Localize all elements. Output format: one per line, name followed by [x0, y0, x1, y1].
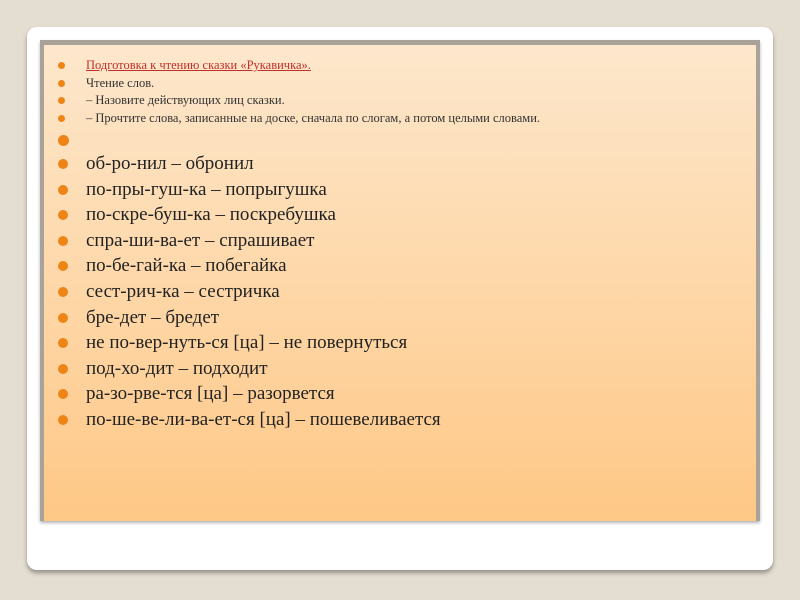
bullet-icon [58, 62, 65, 69]
content-panel: Подготовка к чтению сказки «Рукавичка». … [40, 40, 760, 521]
word-text: по-скре-буш-ка – поскребушка [86, 204, 336, 226]
list-item-text: – Прочтите слова, записанные на доске, с… [86, 110, 541, 125]
bullet-icon [58, 363, 68, 374]
word-item: бре-дет – бредет [56, 305, 746, 331]
list-item: Чтение слов. [56, 75, 746, 93]
bullet-icon [58, 114, 65, 122]
bullet-icon [58, 184, 68, 195]
bullet-list: Подготовка к чтению сказки «Рукавичка». … [56, 57, 746, 433]
bullet-icon [58, 235, 68, 246]
bullet-icon [58, 338, 68, 349]
word-text: не по-вер-нуть-ся [ца] – не повернуться [86, 332, 408, 354]
list-item: – Прочтите слова, записанные на доске, с… [56, 110, 746, 128]
slide-title: Подготовка к чтению сказки «Рукавичка». [86, 58, 311, 72]
word-text: под-хо-дит – подходит [86, 357, 268, 379]
word-text: об-ро-нил – обронил [86, 153, 254, 174]
word-item: не по-вер-нуть-ся [ца] – не повернуться [56, 330, 746, 356]
list-item-title: Подготовка к чтению сказки «Рукавичка». [56, 57, 746, 75]
bullet-icon [58, 261, 68, 272]
word-item: по-ше-ве-ли-ва-ет-ся [ца] – пошевеливает… [56, 407, 746, 433]
word-text: бре-дет – бредет [86, 306, 220, 328]
list-item-empty [56, 127, 746, 151]
bullet-icon [58, 414, 68, 425]
word-item: сест-рич-ка – сестричка [56, 279, 746, 305]
word-item: под-хо-дит – подходит [56, 356, 746, 382]
word-text: по-ше-ве-ли-ва-ет-ся [ца] – пошевеливает… [86, 408, 441, 430]
word-text: сест-рич-ка – сестричка [86, 280, 280, 302]
slide-card: Подготовка к чтению сказки «Рукавичка». … [27, 27, 773, 570]
bullet-icon [58, 286, 68, 297]
bullet-icon [58, 79, 65, 87]
word-text: спра-ши-ва-ет – спрашивает [86, 229, 315, 251]
list-item-text: Чтение слов. [86, 75, 155, 90]
word-item: по-скре-буш-ка – поскребушка [56, 202, 746, 228]
word-item: по-пры-гуш-ка – попрыгушка [56, 177, 746, 203]
bullet-icon [58, 159, 68, 169]
bullet-icon [58, 389, 68, 400]
bullet-icon [58, 135, 69, 146]
word-text: по-бе-гай-ка – побегайка [86, 255, 287, 277]
bullet-icon [58, 312, 68, 323]
word-text: по-пры-гуш-ка – попрыгушка [86, 178, 327, 200]
list-item: – Назовите действующих лиц сказки. [56, 92, 746, 110]
word-item: по-бе-гай-ка – побегайка [56, 253, 746, 279]
word-item: ра-зо-рве-тся [ца] – разорвется [56, 381, 746, 407]
list-item-text: – Назовите действующих лиц сказки. [86, 93, 285, 107]
bullet-icon [58, 210, 68, 221]
word-text: ра-зо-рве-тся [ца] – разорвется [86, 383, 335, 405]
word-item: спра-ши-ва-ет – спрашивает [56, 228, 746, 254]
bullet-icon [58, 97, 65, 104]
word-item: об-ро-нил – обронил [56, 151, 746, 177]
